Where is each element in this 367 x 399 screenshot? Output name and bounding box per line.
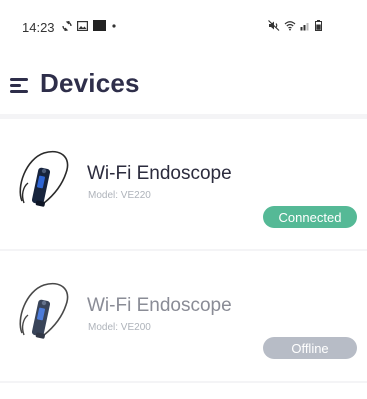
sync-icon [62, 20, 72, 31]
battery-icon [315, 20, 322, 31]
status-badge-offline: Offline [263, 337, 357, 359]
wifi-icon [284, 21, 296, 31]
signal-icon [300, 23, 309, 31]
mute-icon [268, 20, 280, 31]
status-bar: 14:23 [0, 0, 367, 44]
dot-icon [112, 23, 116, 28]
device-card-partial [0, 383, 367, 399]
page-title: Devices [40, 68, 140, 98]
device-list: Wi-Fi Endoscope Model: VE220 Connected W… [0, 114, 367, 399]
endoscope-icon [19, 282, 69, 339]
gallery-icon [77, 20, 88, 31]
status-right-icons [268, 20, 322, 31]
app-header: Devices [0, 44, 367, 114]
device-model: Model: VE200 [88, 322, 151, 333]
status-badge-connected: Connected [263, 206, 357, 228]
menu-icon[interactable] [10, 75, 34, 95]
status-left-icons [62, 20, 117, 31]
device-card-ve220[interactable]: Wi-Fi Endoscope Model: VE220 Connected [0, 119, 367, 249]
endoscope-icon [19, 150, 69, 207]
device-name: Wi-Fi Endoscope [87, 163, 232, 184]
device-model: Model: VE220 [88, 190, 151, 201]
status-time: 14:23 [22, 20, 55, 35]
device-name: Wi-Fi Endoscope [87, 295, 232, 316]
device-card-ve200[interactable]: Wi-Fi Endoscope Model: VE200 Offline [0, 251, 367, 381]
square-icon [93, 20, 106, 31]
